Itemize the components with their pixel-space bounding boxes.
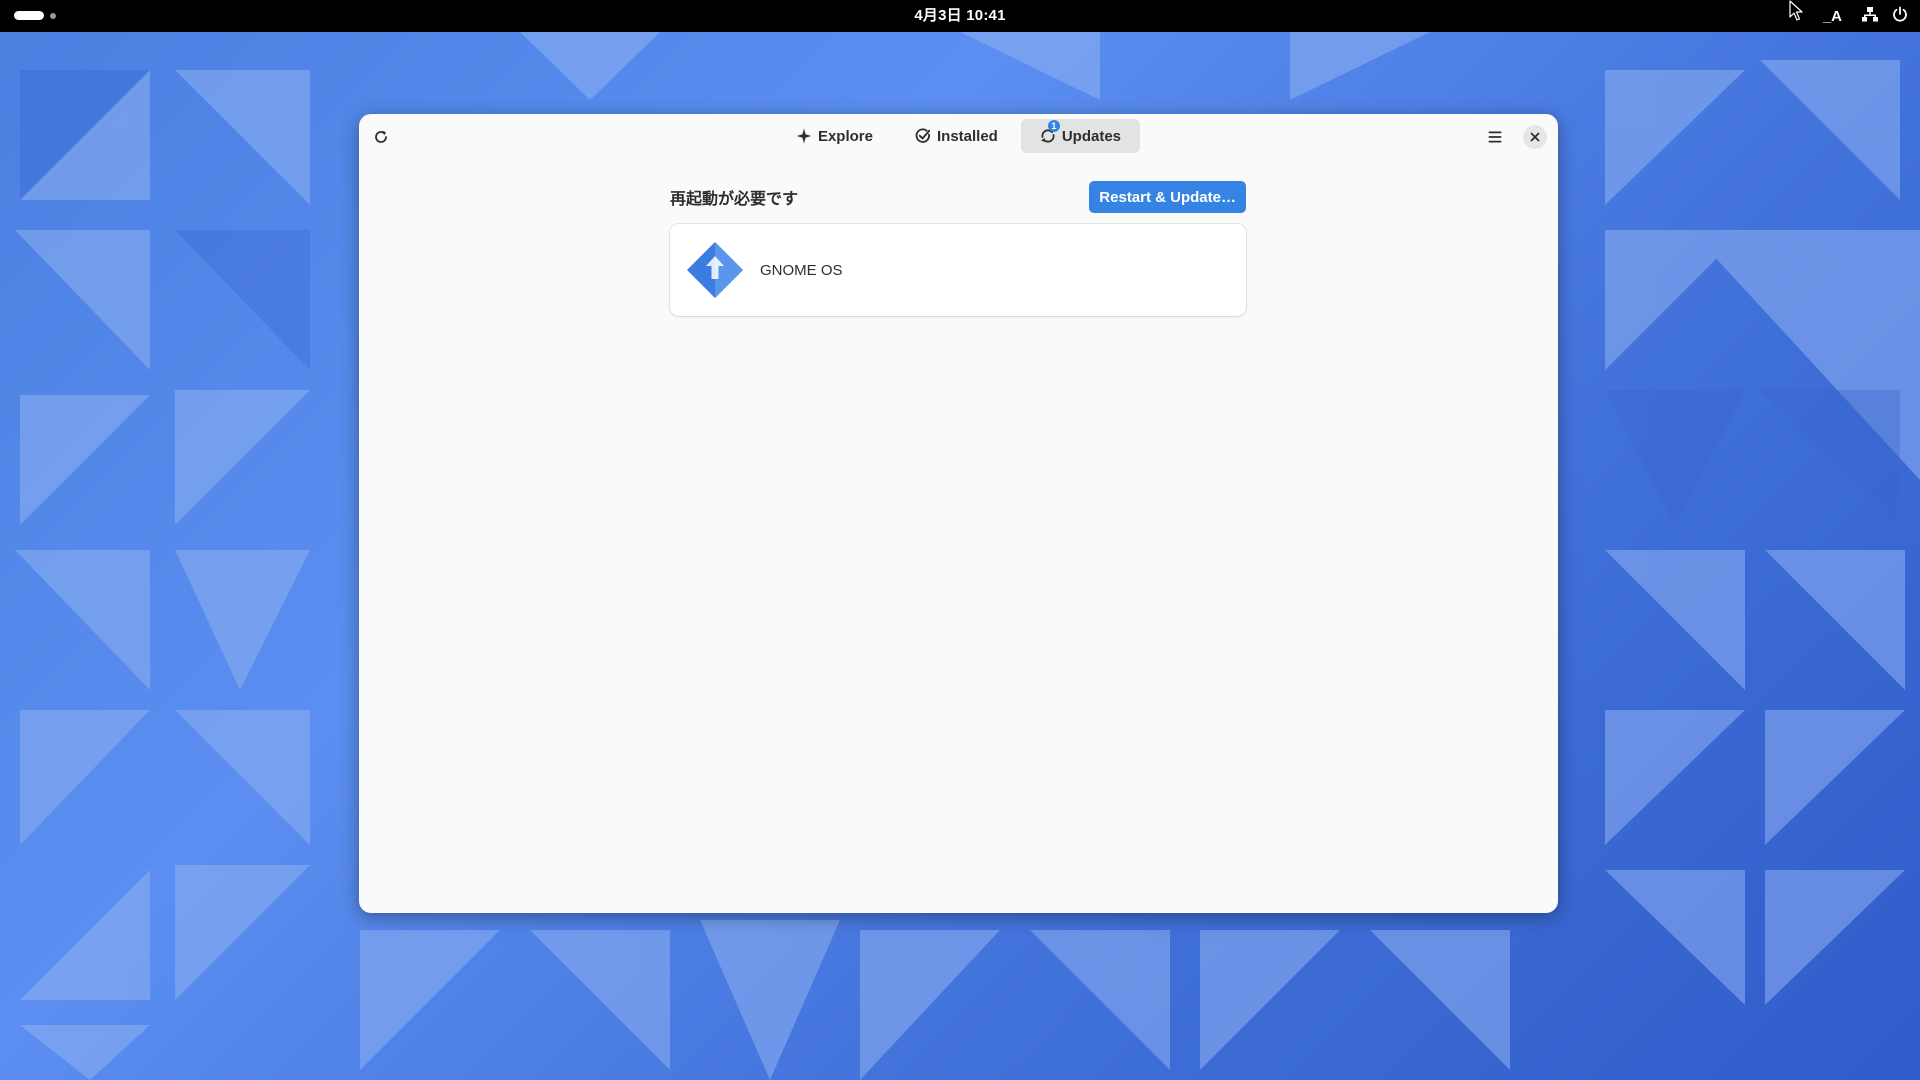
explore-sparkle-icon (796, 128, 812, 144)
refresh-icon (375, 130, 387, 143)
tab-explore-label: Explore (817, 127, 873, 145)
hamburger-menu-icon (1488, 131, 1502, 143)
workspace-indicator-inactive (50, 12, 56, 19)
tab-updates-label: Updates (1061, 127, 1122, 145)
network-wired-icon (1862, 6, 1878, 27)
header-bar: Explore Installed 1 Updates (359, 114, 1558, 160)
workspace-indicator-active (14, 11, 44, 20)
activities-button[interactable] (14, 11, 56, 20)
clock[interactable]: 4月3日 10:41 (914, 7, 1005, 24)
updates-count-badge: 1 (1047, 120, 1060, 132)
tab-explore[interactable]: Explore (777, 119, 892, 153)
refresh-button[interactable] (366, 122, 396, 152)
tab-installed[interactable]: Installed (896, 119, 1017, 153)
section-title: 再起動が必要です (670, 189, 799, 208)
updates-page: 再起動が必要です Restart & Update… GNOME OS (670, 180, 1246, 316)
restart-update-button[interactable]: Restart & Update… (1089, 181, 1246, 213)
mouse-pointer-icon (1789, 0, 1803, 21)
system-status-menu[interactable] (1862, 6, 1908, 27)
input-method-indicator[interactable]: _A (1823, 8, 1842, 25)
top-bar: 4月3日 10:41 _A (0, 0, 1920, 32)
close-button[interactable] (1520, 122, 1550, 152)
tab-updates[interactable]: 1 Updates (1020, 119, 1141, 153)
software-window: Explore Installed 1 Updates 再起動が必要です Res… (359, 114, 1558, 913)
restart-required-section-header: 再起動が必要です Restart & Update… (670, 180, 1246, 214)
os-update-diamond-icon (687, 242, 743, 298)
main-menu-button[interactable] (1480, 122, 1510, 152)
update-arrows-icon: 1 (1040, 120, 1060, 144)
update-list-item[interactable]: GNOME OS (670, 224, 1246, 316)
close-icon (1530, 132, 1540, 142)
tab-installed-label: Installed (936, 127, 998, 145)
power-icon (1892, 6, 1908, 27)
system-tray: _A (1823, 0, 1908, 32)
view-switcher: Explore Installed 1 Updates (359, 119, 1558, 153)
check-circle-icon (915, 128, 931, 144)
update-item-name: GNOME OS (760, 261, 843, 279)
